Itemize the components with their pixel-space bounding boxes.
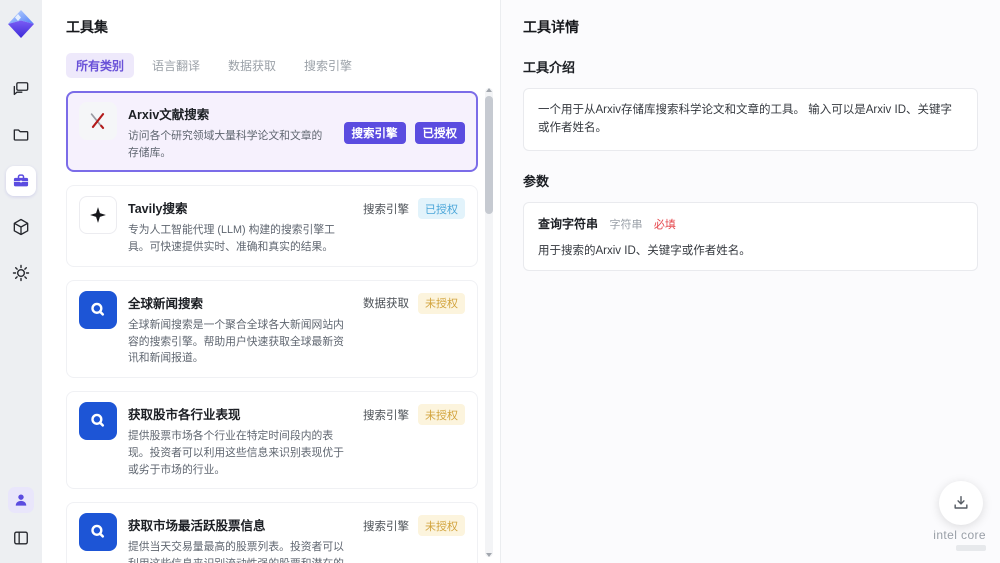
tool-badges: 搜索引擎 未授权	[363, 515, 465, 537]
tab-1[interactable]: 语言翻译	[142, 53, 210, 78]
tool-text: 全球新闻搜索 全球新闻搜索是一个聚合全球各大新闻网站内容的搜索引擎。帮助用户快速…	[128, 291, 352, 367]
tool-badges: 搜索引擎 已授权	[343, 121, 465, 144]
tool-card[interactable]: Arxiv文献搜索 访问各个研究领域大量科学论文和文章的存储库。 搜索引擎 已授…	[66, 91, 478, 173]
scrollbar	[485, 88, 493, 557]
tool-name: 全球新闻搜索	[128, 296, 204, 311]
tool-card[interactable]: Tavily搜索 专为人工智能代理 (LLM) 构建的搜索引擎工具。可快速提供实…	[66, 185, 478, 267]
tool-category-label: 搜索引擎	[343, 121, 406, 144]
param-box: 查询字符串 字符串 必填 用于搜索的Arxiv ID、关键字或作者姓名。	[523, 201, 978, 271]
tavily-icon	[79, 196, 117, 235]
rail-bottom	[6, 487, 36, 553]
param-description: 用于搜索的Arxiv ID、关键字或作者姓名。	[538, 244, 751, 257]
tool-card[interactable]: 获取市场最活跃股票信息 提供当天交易量最高的股票列表。投资者可以利用这些信息来识…	[66, 502, 478, 563]
tool-category-label: 数据获取	[363, 298, 409, 311]
tool-description: 提供当天交易量最高的股票列表。投资者可以利用这些信息来识别流动性强的股票和潜在的…	[128, 541, 344, 563]
params-heading: 参数	[523, 173, 550, 189]
tool-auth-badge: 未授权	[418, 292, 465, 314]
user-icon[interactable]	[8, 487, 34, 513]
brand-subtext-bar	[956, 545, 986, 551]
param-type: 字符串	[609, 218, 643, 231]
tool-category-label: 搜索引擎	[363, 520, 409, 533]
rail-nav	[6, 74, 36, 288]
scrollbar-thumb[interactable]	[485, 96, 493, 214]
search-blue-icon	[79, 402, 117, 441]
page-title: 工具集	[66, 19, 108, 35]
tool-name: Arxiv文献搜索	[128, 108, 210, 122]
detail-title: 工具详情	[523, 19, 579, 35]
tool-card[interactable]: 全球新闻搜索 全球新闻搜索是一个聚合全球各大新闻网站内容的搜索引擎。帮助用户快速…	[66, 279, 478, 379]
search-blue-icon	[79, 290, 117, 329]
tool-description: 提供股票市场各个行业在特定时间段内的表现。投资者可以利用这些信息来识别表现优于或…	[128, 430, 344, 476]
tool-auth-badge: 已授权	[418, 198, 465, 220]
tool-name: Tavily搜索	[128, 202, 188, 217]
tool-description: 全球新闻搜索是一个聚合全球各大新闻网站内容的搜索引擎。帮助用户快速获取全球最新资…	[128, 318, 344, 365]
tool-auth-badge: 未授权	[418, 404, 465, 426]
tool-badges: 搜索引擎 已授权	[363, 198, 465, 220]
app-logo-icon	[5, 8, 37, 40]
arxiv-icon	[79, 102, 117, 140]
tool-auth-badge: 未授权	[418, 515, 465, 537]
tool-badges: 数据获取 未授权	[363, 292, 465, 314]
briefcase-icon[interactable]	[6, 166, 36, 196]
tool-list-panel: 工具集 所有类别 语言翻译 数据获取 搜索引擎 Arxiv文献搜索 访问各个研究领域大…	[42, 0, 501, 563]
tool-name: 获取市场最活跃股票信息	[128, 519, 266, 534]
panel-toggle-icon[interactable]	[6, 523, 36, 553]
app-root: 工具集 所有类别 语言翻译 数据获取 搜索引擎 Arxiv文献搜索 访问各个研究领域大…	[0, 0, 1000, 563]
tool-description: 访问各个研究领域大量科学论文和文章的存储库。	[128, 130, 323, 159]
tool-description: 专为人工智能代理 (LLM) 构建的搜索引擎工具。可快速提供实时、准确和真实的结…	[128, 224, 335, 254]
tool-auth-badge: 已授权	[414, 121, 465, 144]
tool-text: 获取股市各行业表现 提供股票市场各个行业在特定时间段内的表现。投资者可以利用这些…	[128, 402, 352, 478]
tool-text: Tavily搜索 专为人工智能代理 (LLM) 构建的搜索引擎工具。可快速提供实…	[128, 196, 352, 255]
scroll-up-arrow[interactable]	[486, 88, 492, 92]
tool-text: 获取市场最活跃股票信息 提供当天交易量最高的股票列表。投资者可以利用这些信息来识…	[128, 513, 352, 563]
intro-text: 一个用于从Arxiv存储库搜索科学论文和文章的工具。 输入可以是Arxiv ID…	[523, 88, 978, 151]
tab-3[interactable]: 搜索引擎	[294, 53, 362, 78]
gear-icon[interactable]	[6, 258, 36, 288]
cube-icon[interactable]	[6, 212, 36, 242]
tool-list: Arxiv文献搜索 访问各个研究领域大量科学论文和文章的存储库。 搜索引擎 已授…	[66, 91, 478, 563]
brand-text: intel core	[933, 528, 986, 542]
brand-mark: intel core	[933, 528, 986, 551]
category-tabs: 所有类别 语言翻译 数据获取 搜索引擎	[66, 53, 478, 78]
folder-icon[interactable]	[6, 120, 36, 150]
scroll-down-arrow[interactable]	[486, 553, 492, 557]
left-rail	[0, 0, 42, 563]
tool-badges: 搜索引擎 未授权	[363, 404, 465, 426]
param-header: 查询字符串 字符串 必填	[538, 215, 963, 233]
param-required-badge: 必填	[653, 218, 676, 231]
download-icon	[954, 496, 968, 509]
param-name: 查询字符串	[538, 216, 599, 231]
tab-0[interactable]: 所有类别	[66, 53, 135, 78]
tool-detail-panel: 工具详情 工具介绍 一个用于从Arxiv存储库搜索科学论文和文章的工具。 输入可…	[501, 0, 1000, 563]
search-blue-icon	[79, 513, 117, 552]
tool-text: Arxiv文献搜索 访问各个研究领域大量科学论文和文章的存储库。	[128, 102, 333, 161]
download-button[interactable]	[939, 481, 983, 525]
chat-icon[interactable]	[6, 74, 36, 104]
tool-card[interactable]: 获取股市各行业表现 提供股票市场各个行业在特定时间段内的表现。投资者可以利用这些…	[66, 391, 478, 490]
tool-category-label: 搜索引擎	[363, 203, 409, 216]
tool-category-label: 搜索引擎	[363, 409, 409, 422]
tool-name: 获取股市各行业表现	[128, 408, 241, 423]
tab-2[interactable]: 数据获取	[218, 53, 286, 78]
intro-heading: 工具介绍	[523, 60, 576, 75]
